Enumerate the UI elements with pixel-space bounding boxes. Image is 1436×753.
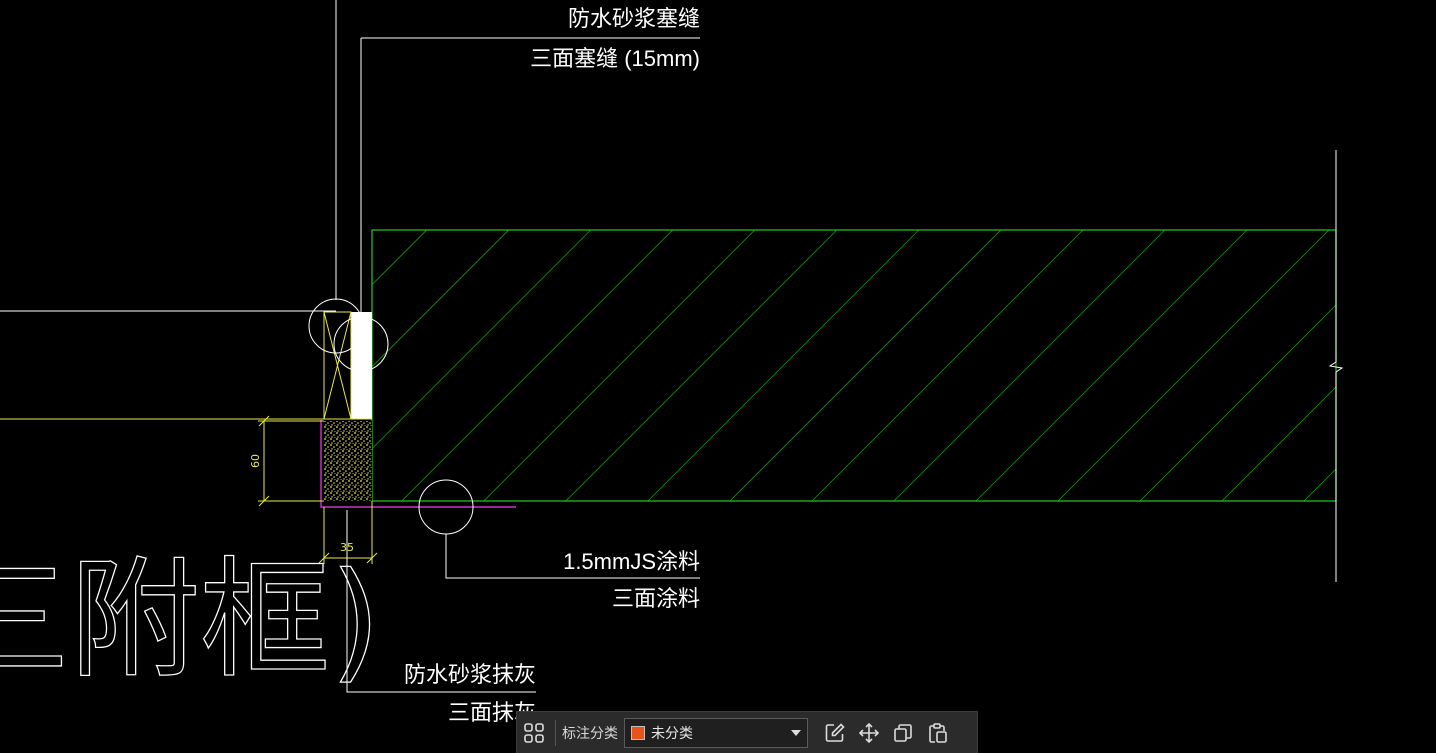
- mortar-fill: [324, 421, 372, 501]
- frame-profile: [0, 311, 372, 420]
- category-label: 标注分类: [562, 725, 618, 742]
- wall-section: [371, 229, 1337, 502]
- dimension-height-label: 60: [249, 454, 262, 468]
- annotation-toolbar: 标注分类 未分类: [516, 711, 978, 753]
- callout-right-line2: 三面涂料: [612, 586, 700, 611]
- paste-icon[interactable]: [920, 716, 954, 750]
- toolbar-divider: [555, 719, 556, 746]
- cad-canvas[interactable]: 60 35 防水砂浆塞缝 三面塞缝 (15mm) 1.5mmJS涂料 三面涂料 …: [0, 0, 1436, 753]
- callout-bottom-line1: 防水砂浆抹灰: [404, 662, 536, 687]
- chevron-down-icon: [791, 729, 801, 736]
- copy-icon[interactable]: [886, 716, 920, 750]
- seal-block: [351, 312, 372, 419]
- callout-right-line1: 1.5mmJS涂料: [563, 549, 700, 574]
- callout-top-line1: 防水砂浆塞缝: [568, 6, 700, 31]
- large-title-text: 三附框): [0, 544, 381, 696]
- category-color-swatch: [631, 725, 645, 740]
- dimension-height: [258, 415, 324, 507]
- grid-icon[interactable]: [517, 716, 551, 750]
- move-icon[interactable]: [852, 716, 886, 750]
- category-value: 未分类: [651, 725, 693, 742]
- category-select[interactable]: 未分类: [624, 717, 808, 748]
- edit-icon[interactable]: [818, 716, 852, 750]
- callout-top-line2: 三面塞缝 (15mm): [530, 46, 700, 71]
